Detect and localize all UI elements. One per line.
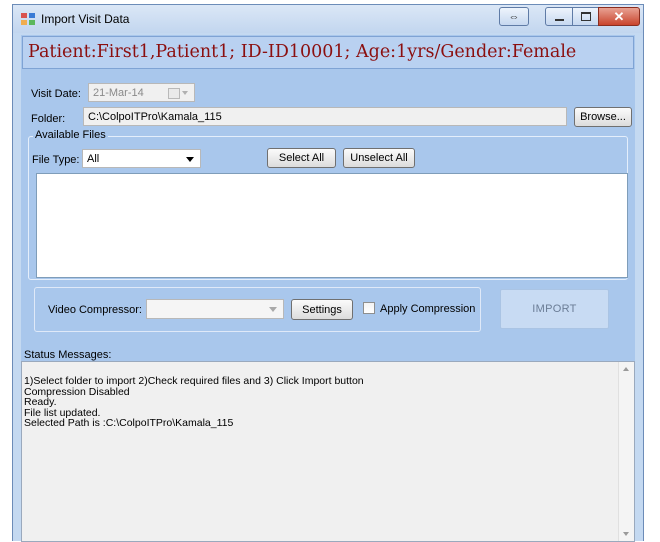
video-compressor-dropdown[interactable] bbox=[146, 299, 284, 319]
vertical-scrollbar[interactable] bbox=[618, 362, 634, 541]
minimize-icon bbox=[554, 18, 564, 21]
maximize-icon bbox=[580, 12, 591, 21]
status-lines: 1)Select folder to import 2)Check requir… bbox=[24, 376, 364, 429]
file-type-value: All bbox=[87, 153, 100, 165]
file-type-dropdown[interactable]: All bbox=[82, 149, 201, 168]
select-all-button[interactable]: Select All bbox=[267, 148, 336, 168]
apply-compression-label[interactable]: Apply Compression bbox=[380, 303, 475, 315]
close-button[interactable]: ✕ bbox=[598, 7, 640, 26]
visit-date-picker[interactable]: 21-Mar-14 bbox=[88, 83, 195, 102]
settings-button[interactable]: Settings bbox=[291, 299, 353, 320]
status-line: Compression Disabled bbox=[24, 385, 130, 398]
patient-header: Patient:First1,Patient1; ID-ID10001; Age… bbox=[22, 36, 634, 69]
close-icon: ✕ bbox=[613, 8, 625, 24]
status-messages-box[interactable]: 1)Select folder to import 2)Check requir… bbox=[21, 361, 635, 542]
scroll-up-icon[interactable] bbox=[623, 367, 629, 371]
chevron-down-icon bbox=[269, 307, 277, 312]
import-visit-window: Import Visit Data ⇔ ✕ Patient:First1,Pat… bbox=[12, 4, 644, 542]
status-line: Selected Path is :C:\ColpoITPro\Kamala_1… bbox=[24, 417, 234, 429]
file-type-label: File Type: bbox=[32, 154, 80, 166]
title-bar[interactable]: Import Visit Data ⇔ ✕ bbox=[13, 5, 643, 33]
video-compressor-label: Video Compressor: bbox=[48, 304, 142, 316]
resize-toggle-button[interactable]: ⇔ bbox=[499, 7, 529, 26]
window-title: Import Visit Data bbox=[41, 12, 130, 26]
app-icon bbox=[21, 13, 35, 25]
chevron-down-icon bbox=[186, 157, 194, 162]
visit-date-value: 21-Mar-14 bbox=[93, 87, 144, 99]
import-button[interactable]: IMPORT bbox=[500, 289, 609, 329]
import-label: IMPORT bbox=[532, 303, 577, 315]
status-line: 1)Select folder to import 2)Check requir… bbox=[24, 375, 364, 387]
status-line: Ready. bbox=[24, 396, 57, 408]
available-files-title: Available Files bbox=[33, 129, 108, 141]
calendar-icon bbox=[168, 88, 180, 99]
status-messages-label: Status Messages: bbox=[24, 349, 112, 361]
scroll-down-icon[interactable] bbox=[623, 532, 629, 536]
browse-button[interactable]: Browse... bbox=[574, 107, 632, 127]
unselect-all-button[interactable]: Unselect All bbox=[343, 148, 415, 168]
minimize-button[interactable] bbox=[545, 7, 573, 26]
chevron-down-icon bbox=[182, 91, 188, 95]
visit-date-label: Visit Date: bbox=[31, 88, 81, 100]
maximize-button[interactable] bbox=[572, 7, 599, 26]
apply-compression-checkbox[interactable] bbox=[363, 302, 375, 314]
file-list[interactable] bbox=[36, 173, 628, 278]
client-area: Patient:First1,Patient1; ID-ID10001; Age… bbox=[21, 35, 635, 542]
folder-path-field[interactable]: C:\ColpoITPro\Kamala_115 bbox=[83, 107, 567, 126]
folder-label: Folder: bbox=[31, 113, 66, 125]
double-arrow-icon: ⇔ bbox=[508, 10, 520, 23]
